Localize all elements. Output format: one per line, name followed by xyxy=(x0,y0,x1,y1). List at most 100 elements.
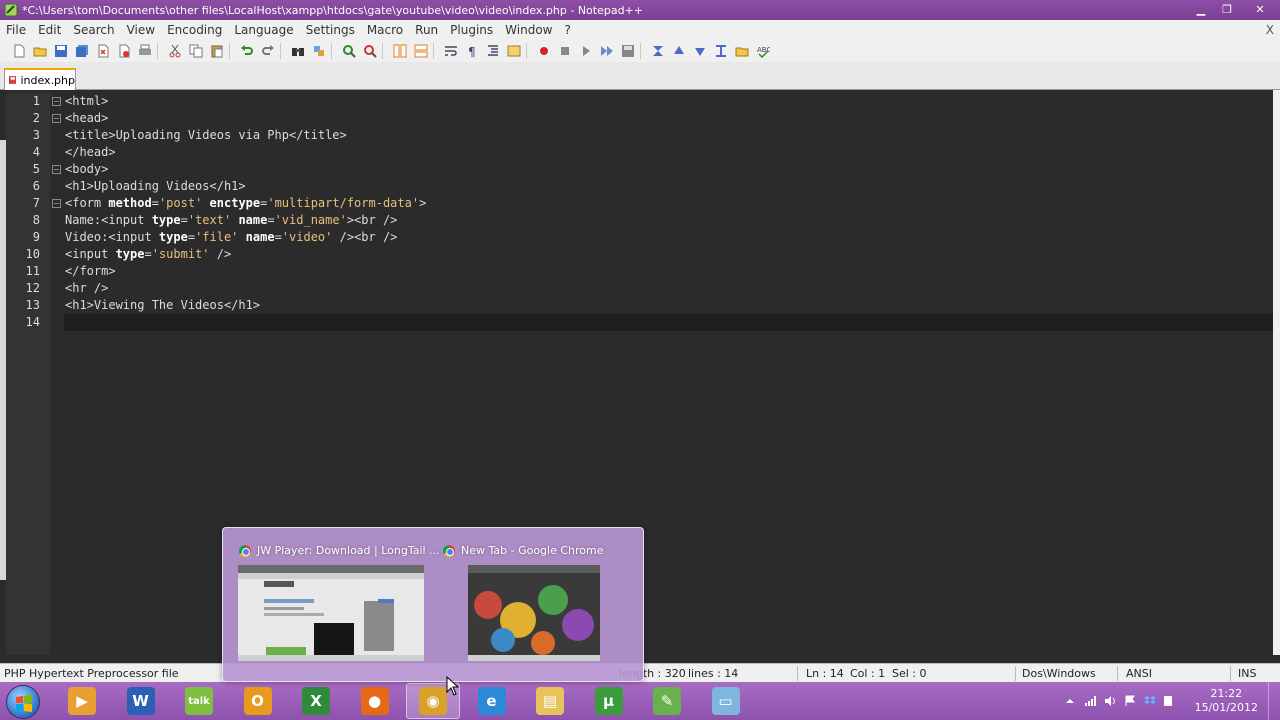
indent-guide-icon[interactable] xyxy=(484,43,502,59)
chrome-icon xyxy=(239,544,251,557)
save-all-icon[interactable] xyxy=(73,43,91,59)
start-button[interactable] xyxy=(6,685,40,719)
zoom-in-icon[interactable] xyxy=(340,43,358,59)
menu-encoding[interactable]: Encoding xyxy=(161,23,228,37)
show-all-chars-icon[interactable]: ¶ xyxy=(463,43,481,59)
toolbar-separator xyxy=(229,43,235,59)
fold-toggle[interactable]: − xyxy=(52,165,61,174)
menu-search[interactable]: Search xyxy=(67,23,120,37)
taskbar-button-excel[interactable]: X xyxy=(289,683,343,719)
stop-macro-icon[interactable] xyxy=(556,43,574,59)
spellcheck-icon[interactable]: ABC xyxy=(754,43,772,59)
close-button[interactable]: ✕ xyxy=(1240,2,1280,18)
up-arrow-icon[interactable] xyxy=(670,43,688,59)
clock[interactable]: 21:22 15/01/2012 xyxy=(1195,687,1258,715)
code-line[interactable]: <h1>Viewing The Videos</h1> xyxy=(64,297,1274,314)
save-icon[interactable] xyxy=(52,43,70,59)
sync-vertical-icon[interactable] xyxy=(391,43,409,59)
network-icon[interactable] xyxy=(1084,695,1096,707)
taskbar-button-notepad-plus-plus[interactable]: ✎ xyxy=(640,683,694,719)
replace-icon[interactable] xyxy=(310,43,328,59)
menu-view[interactable]: View xyxy=(121,23,161,37)
close-file-icon[interactable] xyxy=(94,43,112,59)
minimize-button[interactable]: ▁ xyxy=(1188,2,1214,18)
show-hidden-icons-icon[interactable] xyxy=(1064,695,1076,707)
code-line[interactable]: </form> xyxy=(64,263,1274,280)
fold-toggle[interactable]: − xyxy=(52,199,61,208)
taskbar-button-google-talk[interactable]: talk xyxy=(172,683,226,719)
code-line[interactable]: Video:<input type='file' name='video' />… xyxy=(64,229,1274,246)
new-file-icon[interactable] xyxy=(10,43,28,59)
preview-title: JW Player: Download | LongTail ... xyxy=(257,544,440,557)
taskbar-button-notepad[interactable]: ▭ xyxy=(699,683,753,719)
undo-icon[interactable] xyxy=(238,43,256,59)
menu-plugins[interactable]: Plugins xyxy=(444,23,499,37)
status-sel: Sel : 0 xyxy=(892,667,927,680)
function-list-icon[interactable] xyxy=(505,43,523,59)
zoom-out-icon[interactable] xyxy=(361,43,379,59)
menu-help[interactable]: ? xyxy=(558,23,576,37)
copy-icon[interactable] xyxy=(187,43,205,59)
down-arrow-icon[interactable] xyxy=(691,43,709,59)
code-line[interactable]: Name:<input type='text' name='vid_name'>… xyxy=(64,212,1274,229)
fold-all-icon[interactable] xyxy=(649,43,667,59)
device-icon[interactable] xyxy=(1162,695,1174,707)
taskbar-button-firefox[interactable]: ● xyxy=(348,683,402,719)
code-line[interactable]: <title>Uploading Videos via Php</title> xyxy=(64,127,1274,144)
code-line[interactable]: <html> xyxy=(64,93,1274,110)
menu-file[interactable]: File xyxy=(0,23,32,37)
taskbar-button-internet-explorer[interactable]: e xyxy=(465,683,519,719)
code-line[interactable]: <body> xyxy=(64,161,1274,178)
unfold-all-icon[interactable] xyxy=(712,43,730,59)
line-number: 9 xyxy=(32,230,40,244)
document-tab-strip: index.php xyxy=(0,62,1280,90)
open-folder-icon[interactable] xyxy=(733,43,751,59)
sync-horizontal-icon[interactable] xyxy=(412,43,430,59)
menu-settings[interactable]: Settings xyxy=(300,23,361,37)
cut-icon[interactable] xyxy=(166,43,184,59)
taskbar-button-outlook[interactable]: O xyxy=(231,683,285,719)
vertical-scrollbar[interactable] xyxy=(1273,90,1280,655)
firefox-icon: ● xyxy=(360,687,389,715)
print-icon[interactable] xyxy=(136,43,154,59)
close-all-icon[interactable] xyxy=(115,43,133,59)
tab-index-php[interactable]: index.php xyxy=(4,68,76,90)
dropbox-icon[interactable] xyxy=(1144,695,1156,707)
preview-item-new-tab[interactable]: New Tab - Google Chrome xyxy=(439,528,635,683)
code-line[interactable]: <h1>Uploading Videos</h1> xyxy=(64,178,1274,195)
restore-button[interactable]: ❐ xyxy=(1214,2,1240,18)
find-icon[interactable] xyxy=(289,43,307,59)
taskbar-button-media-player[interactable]: ▶ xyxy=(55,683,109,719)
code-line[interactable]: <hr /> xyxy=(64,280,1274,297)
open-file-icon[interactable] xyxy=(31,43,49,59)
menu-bar: File Edit Search View Encoding Language … xyxy=(0,20,1280,40)
code-line[interactable]: <input type='submit' /> xyxy=(64,246,1274,263)
menu-macro[interactable]: Macro xyxy=(361,23,409,37)
run-macro-multiple-icon[interactable] xyxy=(598,43,616,59)
save-macro-icon[interactable] xyxy=(619,43,637,59)
volume-icon[interactable] xyxy=(1104,695,1116,707)
code-line[interactable] xyxy=(64,314,1274,331)
play-macro-icon[interactable] xyxy=(577,43,595,59)
show-desktop-button[interactable] xyxy=(1268,682,1280,720)
code-line[interactable]: </head> xyxy=(64,144,1274,161)
code-line[interactable]: <head> xyxy=(64,110,1274,127)
paste-icon[interactable] xyxy=(208,43,226,59)
taskbar-button-utorrent[interactable]: µ xyxy=(582,683,636,719)
code-line[interactable]: <form method='post' enctype='multipart/f… xyxy=(64,195,1274,212)
taskbar-button-file-explorer[interactable]: ▤ xyxy=(523,683,577,719)
menu-language[interactable]: Language xyxy=(228,23,299,37)
menu-window[interactable]: Window xyxy=(499,23,558,37)
record-macro-icon[interactable] xyxy=(535,43,553,59)
line-number: 12 xyxy=(25,281,40,295)
fold-toggle[interactable]: − xyxy=(52,97,61,106)
preview-item-jw-player[interactable]: JW Player: Download | LongTail ... xyxy=(233,528,440,683)
menu-run[interactable]: Run xyxy=(409,23,444,37)
taskbar-button-word[interactable]: W xyxy=(114,683,168,719)
action-center-flag-icon[interactable] xyxy=(1124,695,1136,707)
redo-icon[interactable] xyxy=(259,43,277,59)
fold-toggle[interactable]: − xyxy=(52,114,61,123)
close-document-button[interactable]: X xyxy=(1266,23,1280,37)
menu-edit[interactable]: Edit xyxy=(32,23,67,37)
word-wrap-icon[interactable] xyxy=(442,43,460,59)
